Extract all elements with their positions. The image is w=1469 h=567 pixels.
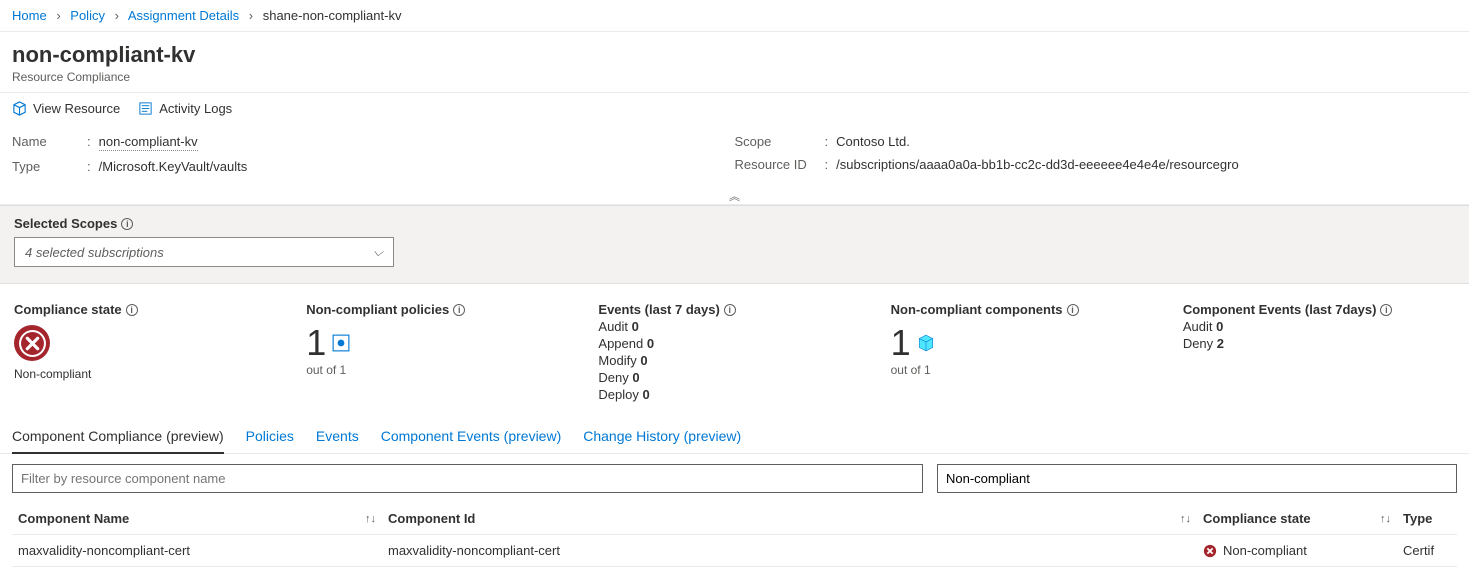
info-icon[interactable]: i [724,304,736,316]
stat-compliance-state: Compliance statei Non-compliant [14,302,286,404]
info-icon[interactable]: i [1067,304,1079,316]
scope-value: Contoso Ltd. [836,134,910,149]
tab-change-history[interactable]: Change History (preview) [583,420,741,453]
collapse-toggle[interactable]: ︽ [0,188,1469,205]
sort-icon[interactable]: ↑↓ [1380,513,1391,525]
name-value[interactable]: non-compliant-kv [99,134,198,151]
row-type: Certif [1403,543,1434,558]
breadcrumb-policy[interactable]: Policy [70,8,105,23]
noncompliant-components-value: 1 [891,325,911,361]
header-type[interactable]: Type [1403,511,1432,526]
page-subtitle: Resource Compliance [12,70,1457,84]
selected-scopes-panel: Selected Scopes i 4 selected subscriptio… [0,205,1469,284]
info-icon[interactable]: i [453,304,465,316]
chevron-down-icon: ⌵ [373,244,383,260]
activity-logs-label: Activity Logs [159,101,232,116]
grid-header: Component Name ↑↓ Component Id ↑↓ Complian… [12,503,1457,535]
resourceid-label: Resource ID [735,157,825,172]
resourceid-value: /subscriptions/aaaa0a0a-bb1b-cc2c-dd3d-e… [836,157,1239,172]
scopes-selected-text: 4 selected subscriptions [25,245,164,260]
row-compliance-state: Non-compliant [1223,543,1307,558]
chevron-right-icon: › [249,8,253,23]
stat-events: Events (last 7 days)i Audit 0 Append 0 M… [598,302,870,404]
scopes-dropdown[interactable]: 4 selected subscriptions ⌵ [14,237,394,267]
noncompliant-policies-sub: out of 1 [306,363,578,377]
info-icon[interactable]: i [121,218,133,230]
type-label: Type [12,159,87,174]
tab-events[interactable]: Events [316,420,359,453]
log-icon [138,101,153,116]
view-resource-button[interactable]: View Resource [12,101,120,116]
stats-row: Compliance statei Non-compliant Non-comp… [0,284,1469,414]
noncompliant-components-sub: out of 1 [891,363,1163,377]
activity-logs-button[interactable]: Activity Logs [138,101,232,116]
type-value: /Microsoft.KeyVault/vaults [99,159,248,174]
breadcrumb: Home › Policy › Assignment Details › sha… [0,0,1469,32]
stat-noncompliant-components: Non-compliant componentsi 1 out of 1 [891,302,1163,404]
page-title: non-compliant-kv [12,42,1457,68]
noncompliant-policies-value: 1 [306,325,326,361]
view-resource-label: View Resource [33,101,120,116]
breadcrumb-assignment-details[interactable]: Assignment Details [128,8,239,23]
stat-component-events: Component Events (last 7days)i Audit 0 D… [1183,302,1455,404]
filters-row [0,454,1469,503]
chevron-right-icon: › [115,8,119,23]
properties-panel: Name : non-compliant-kv Type : /Microsof… [0,124,1469,188]
filter-name-input[interactable] [12,464,923,493]
policy-icon [332,334,350,352]
cube-icon [917,334,935,352]
table-row[interactable]: maxvalidity-noncompliant-cert maxvalidit… [12,535,1457,567]
scope-label: Scope [735,134,825,149]
tab-component-events[interactable]: Component Events (preview) [381,420,562,453]
cube-icon [12,101,27,116]
filter-state-select[interactable] [937,464,1457,493]
header-compliance-state[interactable]: Compliance state [1203,511,1311,526]
info-icon[interactable]: i [1380,304,1392,316]
tab-policies[interactable]: Policies [246,420,294,453]
header-component-id[interactable]: Component Id [388,511,475,526]
sort-icon[interactable]: ↑↓ [1180,513,1191,525]
stat-noncompliant-policies: Non-compliant policiesi 1 out of 1 [306,302,578,404]
error-badge-icon [14,325,50,361]
sort-icon[interactable]: ↑↓ [365,513,376,525]
chevron-right-icon: › [56,8,60,23]
page-header: non-compliant-kv Resource Compliance [0,32,1469,93]
breadcrumb-home[interactable]: Home [12,8,47,23]
header-component-name[interactable]: Component Name [18,511,129,526]
row-component-name: maxvalidity-noncompliant-cert [18,543,190,558]
error-icon [1203,544,1217,558]
toolbar: View Resource Activity Logs [0,93,1469,124]
tabs: Component Compliance (preview) Policies … [0,420,1469,454]
components-grid: Component Name ↑↓ Component Id ↑↓ Complian… [0,503,1469,567]
breadcrumb-current: shane-non-compliant-kv [263,8,402,23]
info-icon[interactable]: i [126,304,138,316]
selected-scopes-label: Selected Scopes [14,216,117,231]
tab-component-compliance[interactable]: Component Compliance (preview) [12,420,224,454]
row-component-id: maxvalidity-noncompliant-cert [388,543,560,558]
compliance-status-text: Non-compliant [14,367,286,381]
name-label: Name [12,134,87,151]
